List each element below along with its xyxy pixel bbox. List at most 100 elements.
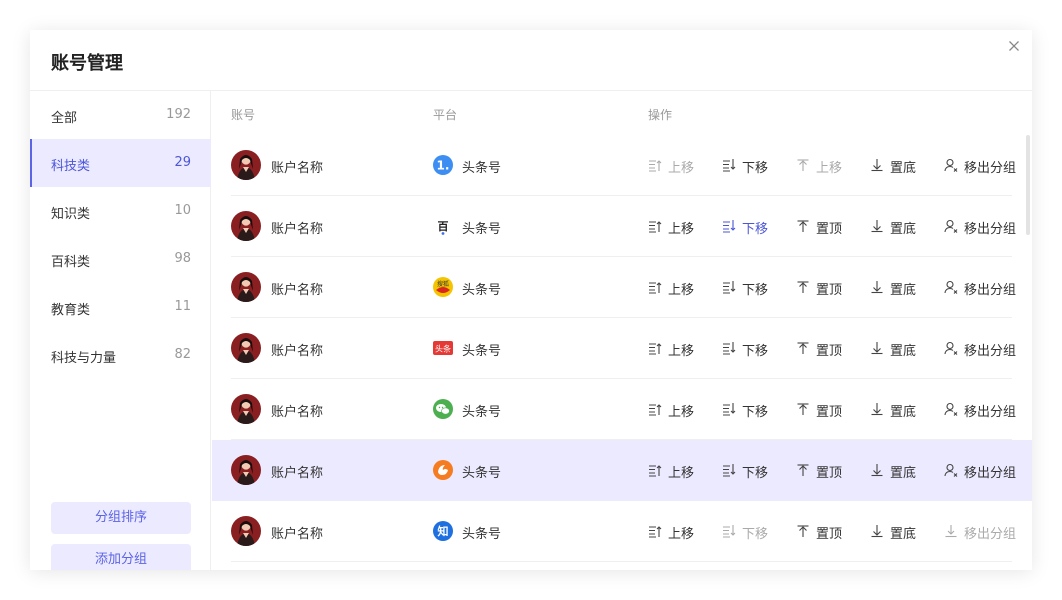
pin-bottom-icon — [870, 463, 884, 477]
pin-top-icon — [796, 341, 810, 355]
action-label: 移出分组 — [964, 222, 1017, 237]
pin-top-icon — [796, 219, 810, 233]
action-label: 上移 — [668, 344, 695, 359]
table-row: 账户名称 百头条号 上移 下移 置顶 置底 移出分组 — [212, 196, 1032, 257]
sohu-icon: 搜狐 — [433, 277, 453, 297]
move-up-icon — [648, 463, 662, 477]
pin-bottom-icon — [870, 158, 884, 172]
action-label: 移出分组 — [964, 405, 1017, 420]
sidebar-item-label: 科技类 — [51, 159, 91, 174]
pin-bottom-icon — [870, 280, 884, 294]
action-label: 下移 — [742, 466, 769, 481]
account-name: 账户名称 — [271, 283, 324, 298]
account-name: 账户名称 — [271, 405, 324, 420]
add-group-button[interactable]: 添加分组 — [51, 544, 191, 570]
move-up-icon — [648, 158, 662, 172]
action-label: 移出分组 — [964, 283, 1017, 298]
svg-text:搜狐: 搜狐 — [437, 280, 449, 288]
sidebar-item-label: 教育类 — [51, 303, 91, 318]
modal-header: 账号管理 — [30, 30, 1032, 91]
sidebar-item-count: 10 — [174, 203, 191, 218]
move-down-icon — [722, 341, 736, 355]
move-up-icon — [648, 524, 662, 538]
action-label: 上移 — [668, 466, 695, 481]
action-label: 置顶 — [816, 405, 843, 420]
scrollbar[interactable] — [1026, 135, 1030, 235]
header-actions: 操作 — [648, 108, 673, 122]
platform-name: 头条号 — [462, 344, 502, 359]
action-label: 下移 — [742, 161, 769, 176]
table-row: 账户名称 头条号 上移 下移 置顶 置底 移出分组 — [212, 379, 1032, 440]
account-name: 账户名称 — [271, 344, 324, 359]
sidebar-item-label: 科技与力量 — [51, 351, 117, 366]
avatar — [231, 516, 261, 546]
account-name: 账户名称 — [271, 161, 324, 176]
move-up-icon — [648, 280, 662, 294]
platform-name: 头条号 — [462, 405, 502, 420]
account-name: 账户名称 — [271, 466, 324, 481]
pin-top-icon — [796, 402, 810, 416]
close-icon — [1006, 38, 1022, 54]
remove-group-icon — [944, 402, 958, 416]
move-down-icon — [722, 158, 736, 172]
sidebar-item-4[interactable]: 教育类 11 — [30, 283, 211, 331]
pin-bottom-icon — [870, 402, 884, 416]
action-label: 置底 — [890, 222, 917, 237]
svg-text:头条: 头条 — [435, 344, 451, 354]
sidebar-item-count: 98 — [174, 251, 191, 266]
action-label: 上移 — [668, 527, 695, 542]
avatar — [231, 455, 261, 485]
action-label: 移出分组 — [964, 527, 1017, 542]
pin-bottom-icon — [870, 219, 884, 233]
action-label: 下移 — [742, 222, 769, 237]
table-row: 账户名称 搜狐 头条号 上移 下移 置顶 置底 移出分组 — [212, 257, 1032, 318]
action-label: 下移 — [742, 283, 769, 298]
account-management-modal: 账号管理 全部 192 科技类 29 知识类 10 百科类 98 教育类 11 科技与力量 82 分组… — [30, 30, 1032, 570]
action-label: 置底 — [890, 466, 917, 481]
avatar — [231, 394, 261, 424]
sidebar-item-count: 29 — [174, 155, 191, 170]
remove-group-icon — [944, 219, 958, 233]
action-label: 移出分组 — [964, 161, 1017, 176]
pin-bottom-icon — [870, 524, 884, 538]
action-label: 置顶 — [816, 527, 843, 542]
pin-bottom-icon — [870, 341, 884, 355]
sidebar-item-0[interactable]: 全部 192 — [30, 91, 211, 139]
action-label: 置顶 — [816, 344, 843, 359]
move-down-icon — [722, 402, 736, 416]
move-down-icon — [722, 463, 736, 477]
action-label: 上移 — [816, 161, 843, 176]
action-label: 上移 — [668, 161, 695, 176]
close-button[interactable] — [1006, 38, 1022, 54]
zhihu-icon: 知 — [433, 521, 453, 541]
header-account: 账号 — [231, 108, 256, 122]
sidebar-item-count: 82 — [174, 347, 191, 362]
platform-name: 头条号 — [462, 527, 502, 542]
platform-name: 头条号 — [462, 161, 502, 176]
svg-text:百: 百 — [438, 220, 449, 233]
sidebar-item-5[interactable]: 科技与力量 82 — [30, 331, 211, 379]
account-name: 账户名称 — [271, 222, 324, 237]
action-label: 移出分组 — [964, 466, 1017, 481]
sidebar-item-3[interactable]: 百科类 98 — [30, 235, 211, 283]
account-name: 账户名称 — [271, 527, 324, 542]
sidebar-item-2[interactable]: 知识类 10 — [30, 187, 211, 235]
header-platform: 平台 — [433, 108, 458, 122]
platform-name: 头条号 — [462, 466, 502, 481]
table-row: 账户名称 头条 头条号 上移 下移 置顶 置底 移出分组 — [212, 318, 1032, 379]
svg-text:1.: 1. — [437, 159, 450, 173]
platform-name: 头条号 — [462, 283, 502, 298]
group-sort-button[interactable]: 分组排序 — [51, 502, 191, 534]
remove-group-icon — [944, 280, 958, 294]
action-label: 上移 — [668, 222, 695, 237]
table-row: 账户名称 头条号 上移 下移 置顶 置底 移出分组 — [212, 440, 1032, 501]
sidebar-item-count: 11 — [174, 299, 191, 314]
remove-group-icon — [944, 463, 958, 477]
action-label: 置底 — [890, 527, 917, 542]
avatar — [231, 150, 261, 180]
avatar — [231, 211, 261, 241]
sidebar-item-1[interactable]: 科技类 29 — [30, 139, 211, 187]
move-down-icon — [722, 219, 736, 233]
sidebar-item-label: 百科类 — [51, 255, 91, 270]
table-row: 账户名称 1. 头条号 上移 下移 上移 置底 移出分组 — [212, 135, 1032, 196]
